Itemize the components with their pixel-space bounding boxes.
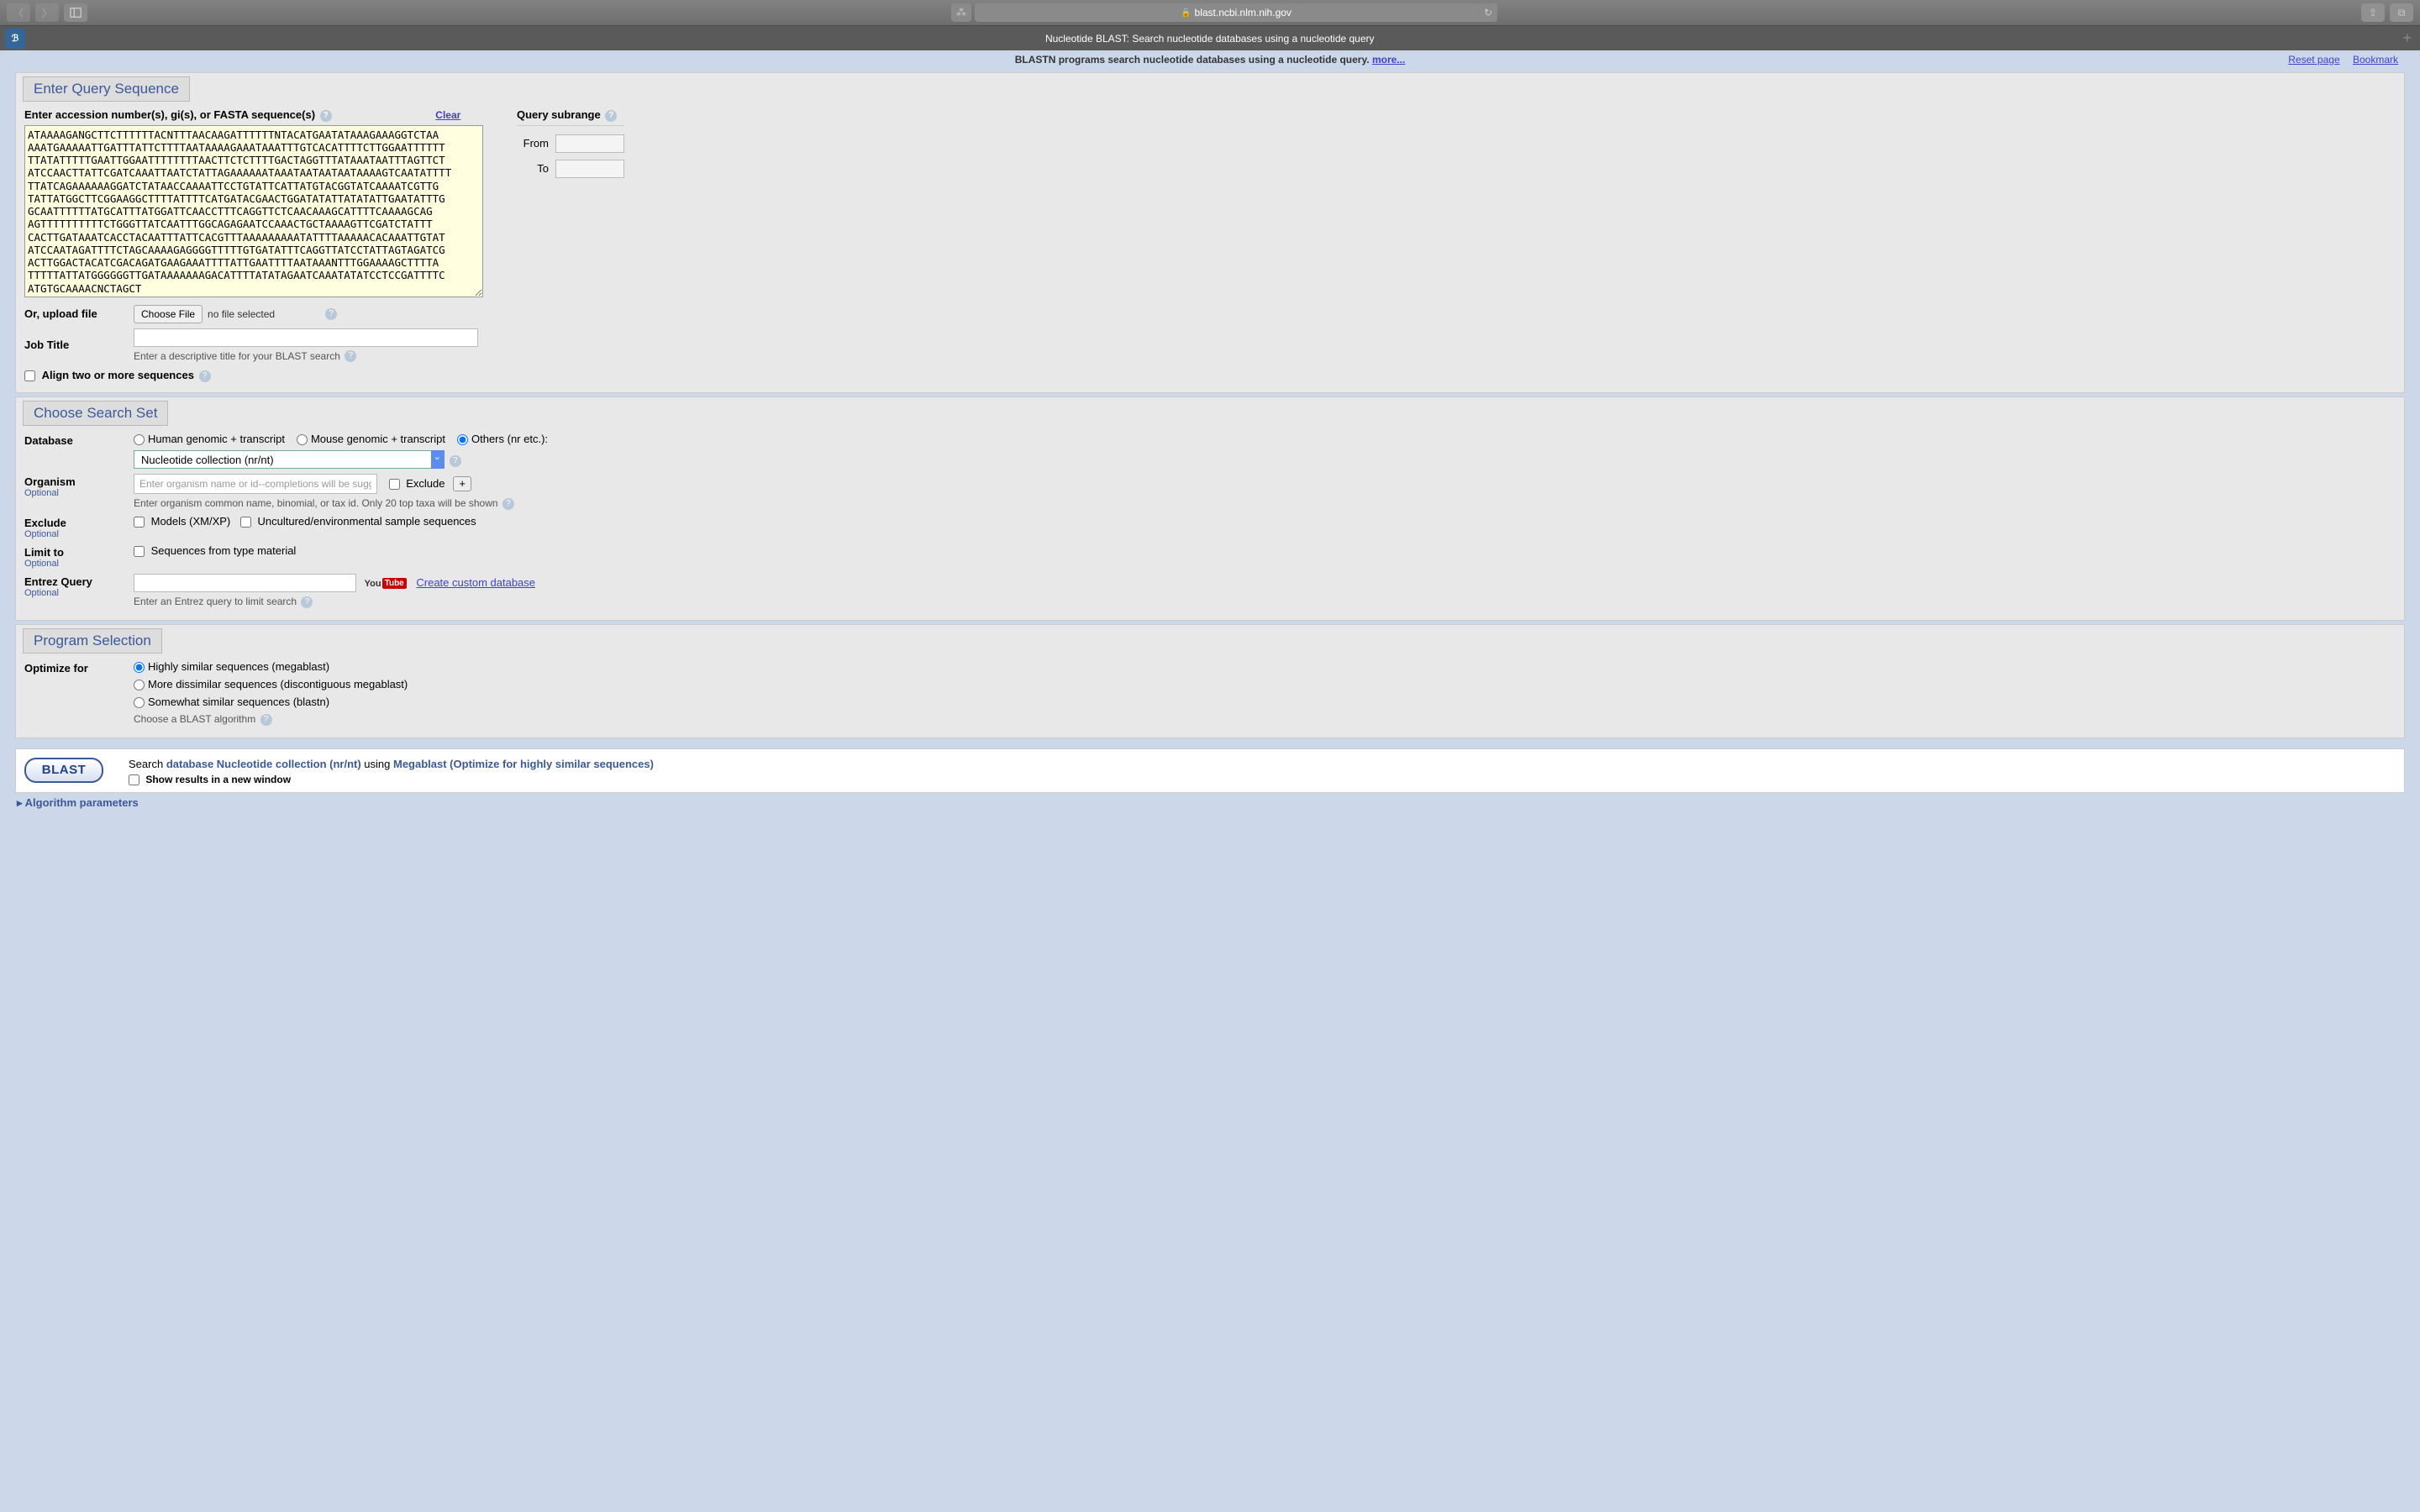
align-checkbox[interactable]: [24, 370, 35, 381]
search-prefix: Search: [129, 758, 166, 770]
section-searchset-header: Choose Search Set: [23, 401, 168, 426]
optimize-label: Optimize for: [24, 660, 134, 675]
radio-mouse[interactable]: [297, 434, 308, 445]
upload-label: Or, upload file: [24, 307, 134, 320]
using-text: using: [361, 758, 393, 770]
limit-type-checkbox[interactable]: [134, 546, 145, 557]
radio-megablast[interactable]: [134, 662, 145, 673]
from-label: From: [517, 137, 549, 150]
limit-type-label: Sequences from type material: [151, 544, 297, 557]
forward-button[interactable]: 〉: [35, 3, 59, 22]
organism-hint: Enter organism common name, binomial, or…: [134, 497, 498, 509]
share-button[interactable]: ⇪: [2361, 3, 2385, 22]
choose-file-button[interactable]: Choose File: [134, 305, 203, 323]
algorithm-parameters-link[interactable]: ▸ Algorithm parameters: [15, 793, 154, 810]
program-hint: Choose a BLAST algorithm: [134, 713, 255, 725]
radio-others[interactable]: [457, 434, 468, 445]
section-program-header: Program Selection: [23, 628, 162, 654]
reader-button[interactable]: ⁂: [951, 3, 971, 22]
help-icon[interactable]: ?: [502, 498, 514, 510]
new-window-checkbox[interactable]: [129, 774, 139, 785]
exclude-models-label: Models (XM/XP): [151, 515, 231, 528]
search-db-link[interactable]: database Nucleotide collection (nr/nt): [166, 758, 361, 770]
favicon: ℬ: [5, 29, 25, 49]
file-status: no file selected: [208, 308, 275, 320]
database-select[interactable]: Nucleotide collection (nr/nt): [134, 450, 445, 469]
from-input[interactable]: [555, 134, 624, 153]
search-prog-link[interactable]: Megablast (Optimize for highly similar s…: [393, 758, 654, 770]
tab-title: Nucleotide BLAST: Search nucleotide data…: [25, 33, 2394, 45]
lock-icon: 🔒: [1181, 8, 1191, 18]
database-label: Database: [24, 433, 134, 447]
job-title-hint: Enter a descriptive title for your BLAST…: [134, 350, 340, 362]
blast-submit-button[interactable]: BLAST: [24, 758, 103, 783]
help-icon[interactable]: ?: [345, 350, 356, 362]
url-host: blast.ncbi.nlm.nih.gov: [1195, 7, 1292, 18]
refresh-icon[interactable]: ↻: [1484, 7, 1492, 18]
entrez-label: Entrez Query: [24, 575, 92, 588]
header-subtitle: BLASTN programs search nucleotide databa…: [1015, 54, 1370, 66]
organism-exclude-label: Exclude: [406, 477, 445, 490]
panel-icon: [70, 7, 82, 18]
back-button[interactable]: 〈: [7, 3, 30, 22]
job-title-label: Job Title: [24, 339, 134, 351]
to-input[interactable]: [555, 160, 624, 178]
exclude-uncultured-label: Uncultured/environmental sample sequence…: [258, 515, 476, 528]
to-label: To: [517, 162, 549, 175]
new-tab-button[interactable]: +: [2394, 29, 2420, 47]
sidebar-toggle-button[interactable]: [64, 3, 87, 22]
subrange-title: Query subrange: [517, 108, 601, 121]
new-window-label: Show results in a new window: [145, 774, 291, 785]
reset-page-link[interactable]: Reset page: [2288, 54, 2339, 66]
tabs-button[interactable]: ⧉: [2390, 3, 2413, 22]
clear-link[interactable]: Clear: [435, 109, 460, 121]
section-query-header: Enter Query Sequence: [23, 76, 190, 102]
organism-input[interactable]: [134, 474, 377, 494]
exclude-label: Exclude: [24, 517, 66, 529]
sequence-textarea[interactable]: [24, 125, 483, 297]
entrez-input[interactable]: [134, 574, 356, 592]
help-icon[interactable]: ?: [199, 370, 211, 382]
accession-label: Enter accession number(s), gi(s), or FAS…: [24, 108, 315, 121]
more-link[interactable]: more...: [1372, 54, 1405, 66]
limit-label: Limit to: [24, 546, 64, 559]
add-organism-button[interactable]: +: [453, 476, 471, 491]
exclude-uncultured-checkbox[interactable]: [240, 517, 251, 528]
exclude-models-checkbox[interactable]: [134, 517, 145, 528]
entrez-hint: Enter an Entrez query to limit search: [134, 596, 297, 607]
help-icon[interactable]: ?: [260, 714, 272, 726]
help-icon[interactable]: ?: [450, 455, 461, 467]
radio-blastn[interactable]: [134, 697, 145, 708]
help-icon[interactable]: ?: [320, 110, 332, 122]
url-bar[interactable]: 🔒 blast.ncbi.nlm.nih.gov ↻: [975, 3, 1497, 22]
youtube-icon[interactable]: YouTube: [365, 578, 407, 589]
help-icon[interactable]: ?: [605, 110, 617, 122]
job-title-input[interactable]: [134, 328, 478, 347]
create-custom-db-link[interactable]: Create custom database: [416, 576, 535, 589]
help-icon[interactable]: ?: [325, 308, 337, 320]
radio-human[interactable]: [134, 434, 145, 445]
organism-label: Organism: [24, 475, 76, 488]
bookmark-link[interactable]: Bookmark: [2353, 54, 2398, 66]
organism-exclude-checkbox[interactable]: [389, 479, 400, 490]
help-icon[interactable]: ?: [301, 596, 313, 608]
radio-disc-megablast[interactable]: [134, 680, 145, 690]
align-label: Align two or more sequences: [42, 369, 194, 381]
